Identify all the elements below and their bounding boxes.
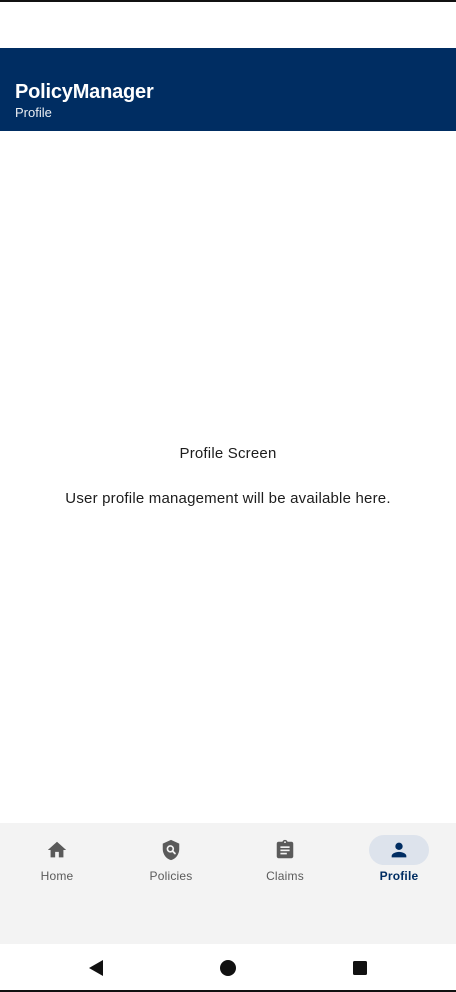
bottom-navigation: Home Policies Claims Profile bbox=[0, 823, 456, 944]
nav-item-home[interactable]: Home bbox=[0, 823, 114, 903]
nav-label-profile: Profile bbox=[379, 869, 419, 883]
system-navigation-bar bbox=[0, 944, 456, 992]
home-icon bbox=[47, 841, 67, 858]
status-bar bbox=[0, 0, 456, 48]
policy-shield-icon bbox=[162, 839, 180, 861]
app-bar: PolicyManager Profile bbox=[0, 48, 456, 131]
clipboard-icon bbox=[276, 839, 294, 859]
recents-square-icon[interactable] bbox=[348, 956, 372, 980]
nav-item-claims[interactable]: Claims bbox=[228, 823, 342, 903]
nav-item-profile[interactable]: Profile bbox=[342, 823, 456, 903]
nav-icon-container-active bbox=[369, 835, 429, 865]
app-title: PolicyManager bbox=[15, 81, 154, 103]
nav-label-policies: Policies bbox=[149, 869, 193, 883]
profile-content: Profile Screen User profile management w… bbox=[0, 131, 456, 823]
nav-item-policies[interactable]: Policies bbox=[114, 823, 228, 903]
screen-heading: Profile Screen bbox=[179, 445, 277, 462]
home-circle-icon[interactable] bbox=[216, 956, 240, 980]
nav-icon-container bbox=[141, 835, 201, 865]
nav-label-home: Home bbox=[40, 869, 74, 883]
app-subtitle: Profile bbox=[15, 105, 52, 120]
nav-label-claims: Claims bbox=[266, 869, 304, 883]
nav-icon-container bbox=[255, 835, 315, 865]
person-icon bbox=[391, 842, 407, 858]
nav-icon-container bbox=[27, 835, 87, 865]
back-triangle-icon[interactable] bbox=[84, 956, 108, 980]
screen-description: User profile management will be availabl… bbox=[65, 490, 391, 507]
